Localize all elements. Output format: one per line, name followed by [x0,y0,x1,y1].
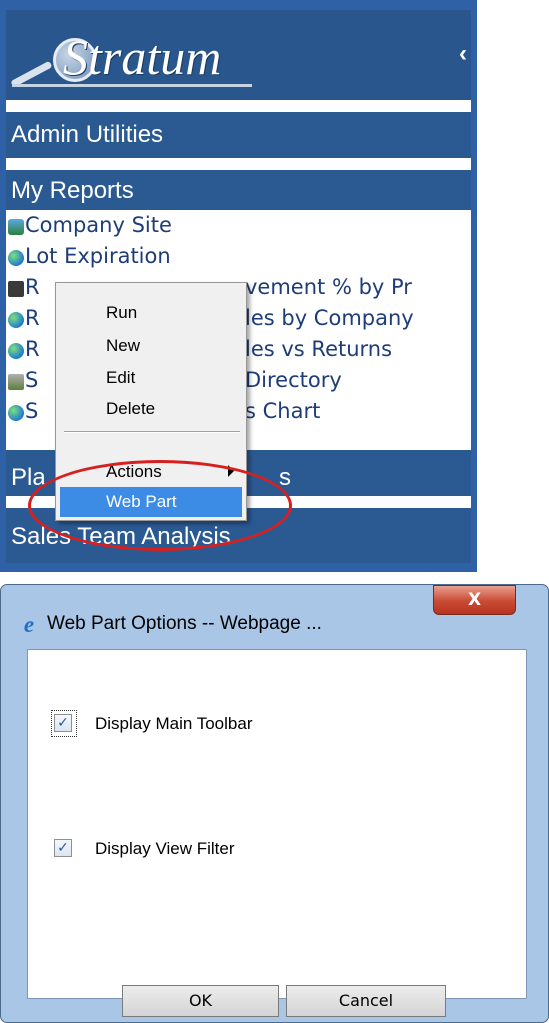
section-admin-utilities[interactable]: Admin Utilities [6,112,471,158]
menu-item-new[interactable]: New [56,331,246,361]
menu-item-label: New [106,336,141,355]
logo-header: Stratum ‹ [6,10,471,100]
close-button[interactable]: X [433,585,516,615]
section-label: My Reports [11,177,134,204]
option-label: Display View Filter [95,839,235,858]
directory-icon [8,374,24,390]
report-label-tail: Directory [245,368,342,392]
menu-item-edit[interactable]: Edit [56,363,246,393]
company-site-icon [8,219,24,235]
globe-icon [8,250,24,266]
menu-item-label: Run [106,303,138,322]
menu-item-label: Edit [106,368,136,387]
report-label-tail: les vs Returns [245,337,393,361]
chevron-left-icon[interactable]: ‹ [459,40,467,68]
stratum-logo: Stratum [63,29,222,85]
menu-item-run[interactable]: Run [56,298,246,328]
dialog-title: Web Part Options -- Webpage ... [47,613,322,634]
report-label-tail: s Chart [245,399,321,423]
web-part-options-dialog: e Web Part Options -- Webpage ... X ✓ Di… [0,584,549,1023]
report-label-tail: les by Company [245,306,414,330]
dialog-content: ✓ Display Main Toolbar ✓ Display View Fi… [27,649,527,1017]
report-label: R [25,337,40,361]
report-label: Lot Expiration [25,244,171,268]
report-label: S [25,399,39,423]
ok-button[interactable]: OK [122,985,279,1017]
report-label: Company Site [25,213,172,237]
report-label: S [25,368,39,392]
report-label-tail: vement % by Pr [245,275,412,299]
checkbox-view-filter[interactable]: ✓ [54,839,72,857]
report-label: R [25,306,40,330]
report-icon [8,281,24,297]
section-my-reports[interactable]: My Reports [6,170,471,210]
report-label: R [25,275,40,299]
section-label: Admin Utilities [11,121,164,148]
globe-icon [8,343,24,359]
checkbox-main-toolbar[interactable]: ✓ [54,714,72,732]
option-label: Display Main Toolbar [95,714,253,733]
highlight-annotation [28,460,292,551]
nav-panel: Stratum ‹ Admin Utilities My Reports Com… [0,0,477,572]
internet-explorer-icon: e [23,612,35,637]
globe-icon [8,405,24,421]
cancel-button[interactable]: Cancel [286,985,446,1017]
menu-item-delete[interactable]: Delete [56,394,246,424]
globe-icon [8,312,24,328]
menu-item-label: Delete [106,399,156,418]
menu-separator [64,431,240,433]
